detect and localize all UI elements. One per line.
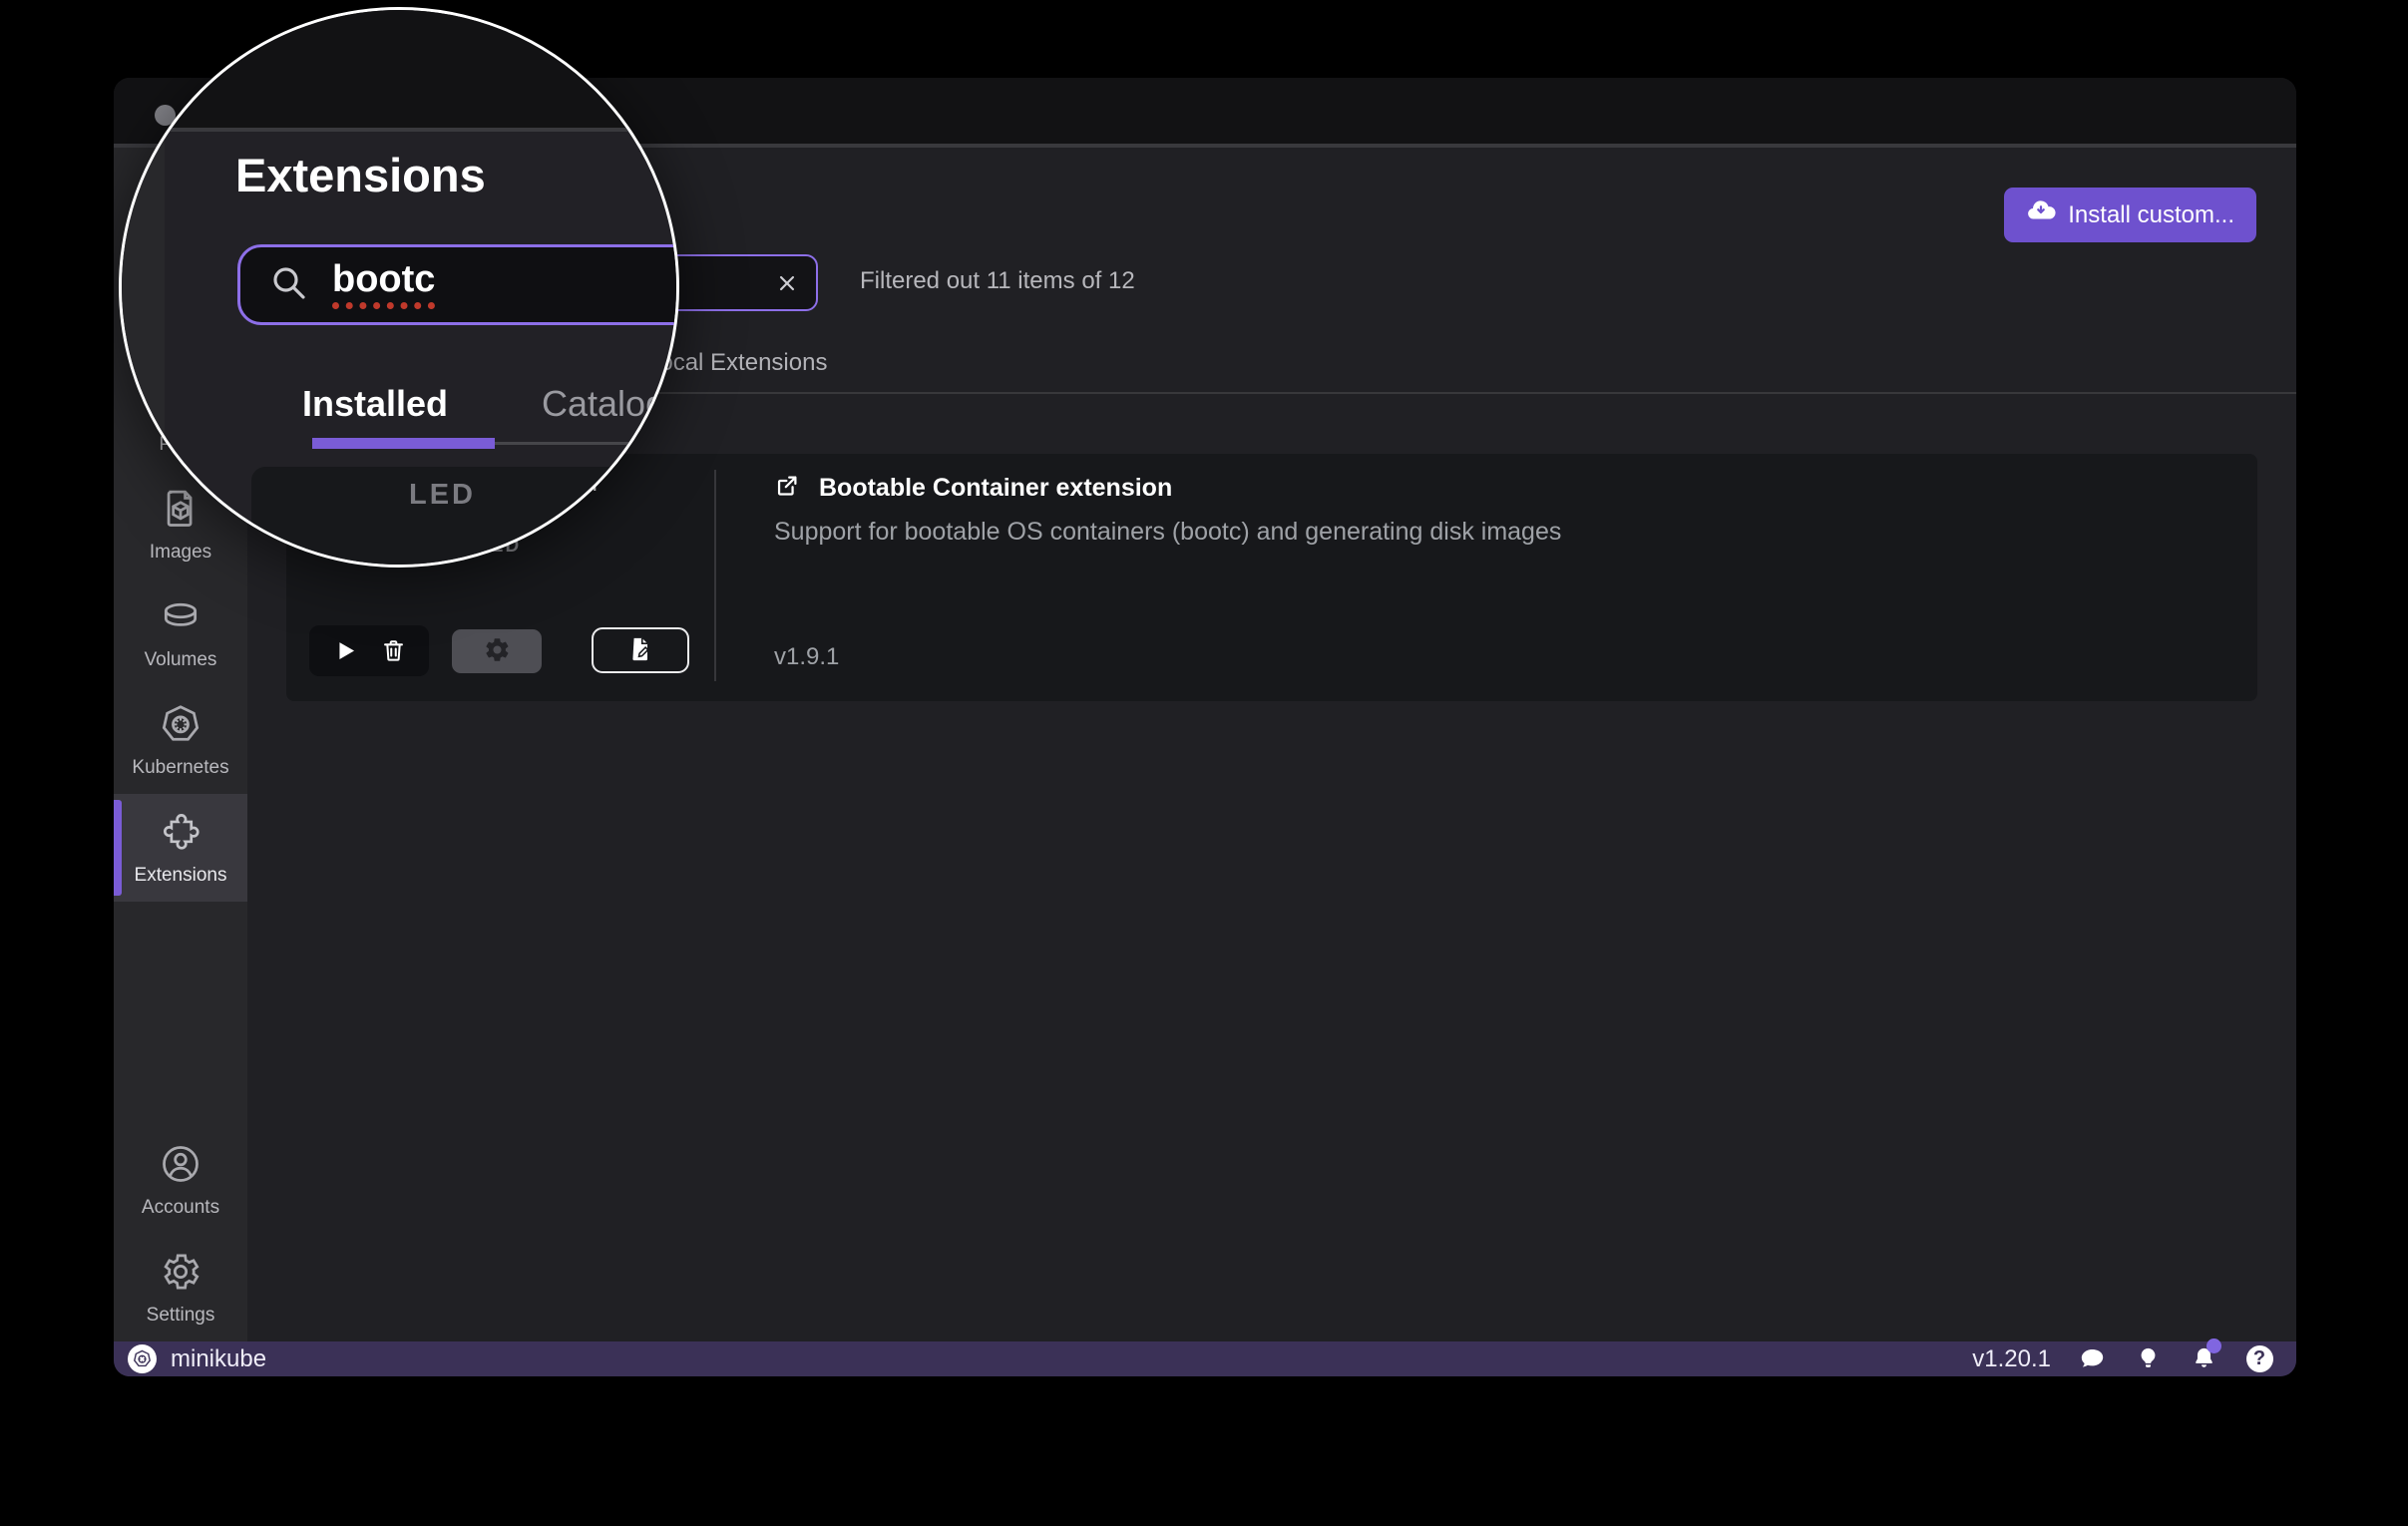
tips-lightbulb-icon[interactable] [2133,1344,2163,1374]
filter-status-text: Filtered out 11 items of 12 [860,267,1135,295]
cloud-download-icon [2026,196,2056,233]
loupe-search-value: bootc [332,260,435,310]
notifications-bell-icon[interactable] [2189,1344,2218,1374]
install-custom-button[interactable]: Install custom... [2004,188,2256,242]
loupe-tab-catalog[interactable]: Catalog [542,383,665,425]
clear-search-button[interactable] [774,270,800,296]
sidebar-item-label: Extensions [135,865,227,887]
kubernetes-context-icon [128,1344,157,1373]
context-name: minikube [171,1345,266,1373]
start-extension-button[interactable] [331,637,358,664]
loupe-installed-badge-fragment: LED [409,479,476,512]
external-link-icon[interactable] [774,472,801,504]
sidebar-item-volumes[interactable]: Volumes [114,578,247,686]
card-title-row: Bootable Container extension [774,472,1172,504]
extension-description: Support for bootable OS containers (boot… [774,518,1561,547]
sidebar-item-label: Settings [147,1305,215,1327]
person-circle-icon [159,1142,202,1191]
sidebar-item-label: Kubernetes [132,757,228,779]
loupe-tab-divider [495,442,676,445]
notification-badge [2207,1338,2221,1353]
delete-extension-button[interactable] [380,637,407,664]
statusbar-right: v1.20.1 ? [1972,1344,2296,1374]
sidebar-item-extensions[interactable]: Extensions [114,794,247,902]
volume-cylinder-icon [159,594,202,643]
extension-settings-button[interactable] [452,629,542,673]
sidebar-item-settings[interactable]: Settings [114,1234,247,1341]
loupe-search-box[interactable]: bootc [237,244,679,325]
install-custom-label: Install custom... [2068,201,2234,229]
feedback-chat-icon[interactable] [2077,1344,2107,1374]
magnifier-loupe: Extensions bootc Installed Catalog LED [119,7,679,568]
loupe-tab-installed[interactable]: Installed [302,383,448,425]
extension-version: v1.9.1 [774,643,839,671]
gear-icon [159,1250,202,1299]
gear-icon [484,636,511,666]
loupe-titlebar [122,10,676,132]
loupe-page-title: Extensions [235,148,486,202]
kubernetes-icon [159,702,202,751]
sidebar-item-accounts[interactable]: Accounts [114,1126,247,1234]
puzzle-icon [159,810,202,859]
edit-extension-button[interactable] [592,627,689,673]
loupe-card-corner: LED [251,467,676,565]
status-bar: minikube v1.20.1 ? [114,1341,2296,1376]
app-version: v1.20.1 [1972,1345,2051,1373]
extension-title[interactable]: Bootable Container extension [819,474,1172,503]
sidebar-item-label: Accounts [142,1197,219,1219]
card-divider [714,470,716,681]
sidebar-item-kubernetes[interactable]: Kubernetes [114,686,247,794]
active-indicator-bar [114,800,122,896]
card-action-group [309,625,429,676]
sidebar-spacer [114,902,247,1126]
loupe-active-tab-underline [312,438,495,449]
sidebar-item-label: Volumes [145,649,217,671]
tab-local-extensions[interactable]: Local Extensions [646,349,827,377]
file-pen-icon [626,635,654,666]
question-mark: ? [2246,1345,2273,1372]
search-icon [268,262,308,307]
loupe-sidebar-edge [122,132,165,565]
image-file-cube-icon [159,487,202,536]
help-icon[interactable]: ? [2244,1344,2274,1374]
kube-context[interactable]: minikube [114,1344,266,1373]
